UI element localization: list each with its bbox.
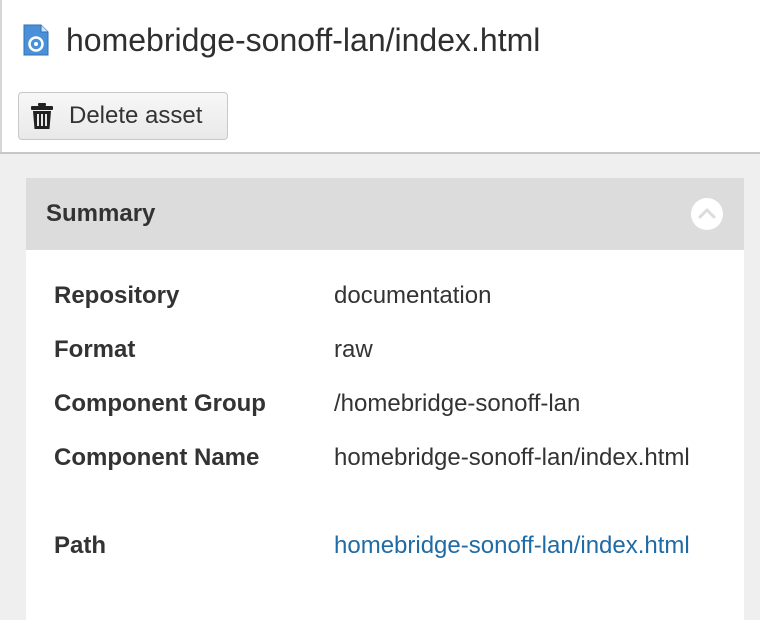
component-group-label: Component Group (54, 390, 266, 417)
component-name-label: Component Name (54, 444, 260, 471)
summary-row-component-name: Component Name homebridge-sonoff-lan/ind… (54, 442, 734, 530)
path-link[interactable]: homebridge-sonoff-lan/index.html (334, 530, 714, 562)
summary-panel-header[interactable]: Summary (26, 178, 744, 250)
chevron-up-circle-icon[interactable] (690, 197, 724, 231)
summary-row-component-group: Component Group /homebridge-sonoff-lan (54, 388, 734, 442)
page-title: homebridge-sonoff-lan/index.html (66, 22, 541, 58)
path-label: Path (54, 532, 107, 559)
format-value: raw (334, 336, 373, 363)
summary-row-repository: Repository documentation (54, 280, 734, 334)
component-group-value: /homebridge-sonoff-lan (334, 390, 581, 417)
trash-icon (29, 102, 55, 130)
left-border (0, 0, 2, 154)
summary-table: Repository documentation Format raw Comp… (54, 280, 734, 618)
page-header: homebridge-sonoff-lan/index.html (22, 18, 540, 62)
file-icon (22, 24, 50, 56)
summary-panel: Summary Repository documentation Format … (26, 178, 744, 638)
delete-asset-label: Delete asset (69, 102, 203, 129)
summary-row-path: Path homebridge-sonoff-lan/index.html (54, 530, 734, 618)
repository-label: Repository (54, 282, 180, 309)
format-label: Format (54, 336, 136, 363)
component-name-value: homebridge-sonoff-lan/index.html (334, 444, 690, 471)
summary-title: Summary (46, 200, 156, 227)
delete-asset-button[interactable]: Delete asset (18, 92, 228, 140)
summary-row-format: Format raw (54, 334, 734, 388)
content-area: Summary Repository documentation Format … (0, 154, 760, 638)
repository-value: documentation (334, 282, 492, 309)
